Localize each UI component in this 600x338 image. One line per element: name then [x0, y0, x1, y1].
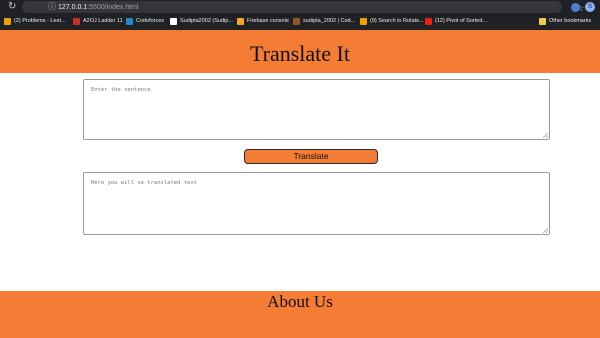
bookmark-item[interactable]: (9) Search in Rotate... [360, 14, 424, 28]
bookmark-label: (12) Pivot of Sorted... [435, 18, 487, 24]
url-host: 127.0.0.1 [58, 4, 88, 11]
address-bar[interactable]: ⓘ 127.0.0.1:5500/index.html ☆ [22, 1, 584, 14]
input-placeholder: Enter the sentence [91, 87, 151, 93]
bookmark-label: A2OJ Ladder 11 [83, 18, 123, 24]
resize-handle-icon[interactable] [543, 228, 548, 233]
codeforces-icon [126, 17, 133, 25]
translate-button[interactable]: Translate [244, 149, 378, 164]
browser-chrome: ↻ ⓘ 127.0.0.1:5500/index.html ☆ S (2) Pr… [0, 0, 600, 30]
bookmark-label: Codeforces [136, 18, 165, 24]
bookmark-item[interactable]: (12) Pivot of Sorted... [425, 14, 487, 28]
bookmark-item[interactable]: Sudipta2002 (Sudip... [170, 14, 233, 28]
github-icon [170, 17, 177, 25]
a2oj-icon [73, 17, 80, 25]
resize-handle-icon[interactable] [543, 133, 548, 138]
page: Translate It Enter the sentence Translat… [0, 30, 600, 338]
bookmark-label: (9) Search in Rotate... [370, 18, 424, 24]
extension-icon[interactable] [571, 3, 580, 12]
url-path: :5500/index.html [87, 4, 139, 11]
reload-icon[interactable]: ↻ [8, 2, 18, 12]
youtube-icon [425, 17, 432, 25]
bookmark-label: sudipta_2002 | Cod... [303, 18, 356, 24]
address-row: ↻ ⓘ 127.0.0.1:5500/index.html ☆ S [0, 0, 600, 14]
output-textarea[interactable]: Here you will se translated text [83, 172, 550, 235]
site-info-icon[interactable]: ⓘ [48, 3, 56, 11]
bookmark-item[interactable]: (2) Problems - Leet... [4, 14, 66, 28]
leetcode-icon [4, 17, 11, 25]
about-us-heading: About Us [267, 292, 333, 311]
output-placeholder: Here you will se translated text [91, 180, 197, 186]
leetcode-icon [360, 17, 367, 25]
footer: About Us [0, 291, 600, 338]
profile-avatar[interactable]: S [585, 2, 595, 12]
page-title: Translate It [249, 41, 350, 66]
bookmark-label: (2) Problems - Leet... [14, 18, 66, 24]
bookmark-label: Sudipta2002 (Sudip... [180, 18, 233, 24]
url-text[interactable]: 127.0.0.1:5500/index.html [58, 2, 139, 14]
firebase-icon [237, 17, 244, 25]
bookmark-label: Firebase console [247, 18, 289, 24]
bookmarks-bar: (2) Problems - Leet... A2OJ Ladder 11 Co… [0, 14, 600, 28]
bookmark-item[interactable]: sudipta_2002 | Cod... [293, 14, 355, 28]
input-textarea[interactable]: Enter the sentence [83, 79, 550, 140]
bookmark-item[interactable]: Firebase console [237, 14, 289, 28]
folder-icon [539, 17, 546, 25]
bookmark-item[interactable]: A2OJ Ladder 11 [73, 14, 123, 28]
bookmark-item[interactable]: Codeforces [126, 14, 164, 28]
other-bookmarks[interactable]: Other bookmarks [539, 14, 591, 28]
header: Translate It [0, 30, 600, 73]
codechef-icon [293, 17, 300, 25]
other-bookmarks-label: Other bookmarks [549, 18, 592, 24]
